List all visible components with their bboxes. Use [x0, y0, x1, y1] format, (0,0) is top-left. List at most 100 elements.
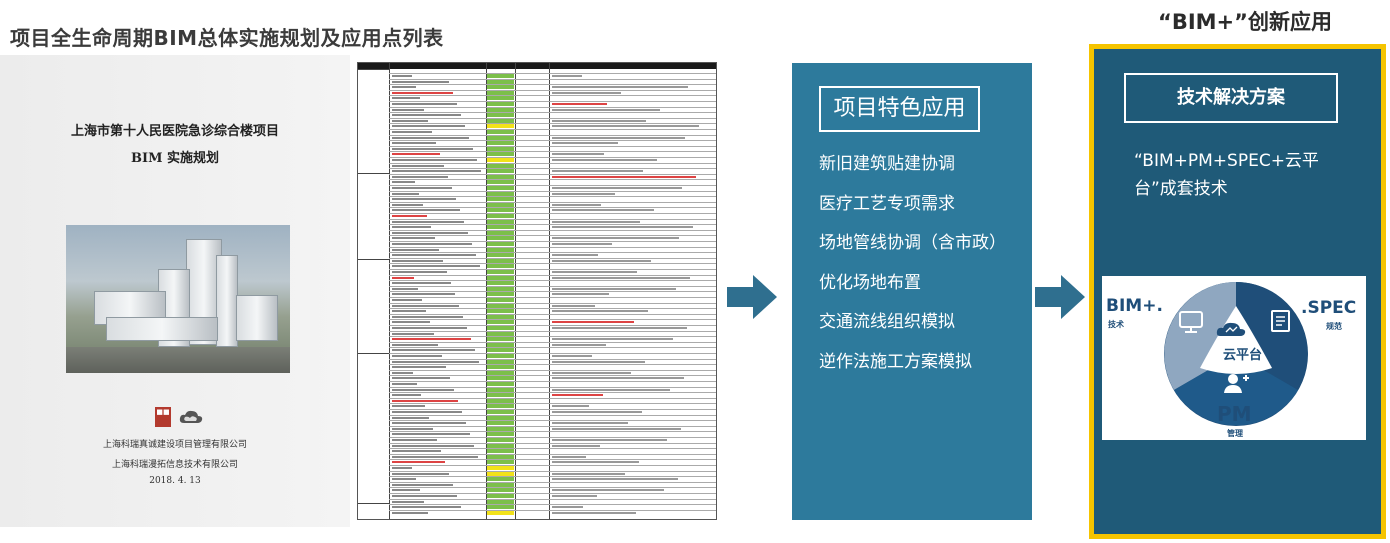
table-row — [389, 504, 716, 506]
company-name-1: 上海科瑞真诚建设项目管理有限公司 — [102, 440, 247, 450]
table-cell-text — [392, 411, 462, 413]
table-cell-text — [392, 327, 467, 329]
table-cell-status — [487, 303, 514, 308]
table-row — [389, 330, 716, 332]
table-cell-text — [392, 215, 427, 217]
cover-subtitle: BIM 实施规划 — [131, 151, 219, 166]
table-cell-text — [392, 467, 412, 469]
table-cell-status — [487, 477, 514, 482]
table-cell-text — [392, 125, 465, 128]
table-row — [389, 168, 716, 170]
table-cell-text — [392, 310, 426, 313]
table-row — [389, 353, 716, 354]
table-cell-status — [487, 90, 514, 95]
table-cell-text — [552, 220, 640, 223]
table-row — [389, 95, 716, 97]
table-row — [389, 297, 716, 298]
table-cell-text — [392, 203, 423, 206]
table-cell-text — [552, 142, 618, 145]
table-row — [389, 280, 716, 282]
table-row — [389, 140, 716, 142]
table-cell-text — [392, 159, 477, 161]
table-cell-text — [392, 506, 461, 509]
table-cell-text — [392, 315, 463, 318]
table-row — [389, 285, 716, 287]
table-row — [389, 437, 716, 438]
table-cell-status — [487, 107, 514, 112]
table-cell-text — [392, 170, 481, 173]
table-cell-text — [552, 276, 690, 279]
table-section-line — [358, 353, 389, 354]
table-cell-text — [552, 439, 667, 441]
table-row — [389, 498, 716, 500]
table-cell-text — [392, 338, 471, 341]
table-row — [389, 448, 716, 450]
table-row — [389, 173, 716, 175]
table-row — [389, 241, 716, 242]
table-cell-status — [487, 404, 514, 409]
table-cell-text — [392, 282, 451, 285]
table-cell-status — [487, 298, 514, 302]
feature-item: 优化场地布置 — [819, 272, 921, 293]
table-cell-text — [552, 455, 586, 458]
table-cell-text — [392, 108, 424, 111]
table-section-line — [358, 173, 389, 174]
table-row — [389, 308, 716, 310]
table-cell-text — [392, 287, 418, 290]
table-cell-status — [487, 141, 514, 146]
table-row — [389, 117, 716, 119]
table-cell-text — [552, 103, 607, 105]
table-row — [389, 157, 716, 158]
pm-sub-label: 管理 — [1227, 429, 1243, 438]
table-cell-status — [487, 146, 514, 151]
table-cell-status — [487, 264, 514, 269]
table-row — [389, 369, 716, 371]
table-cell-status — [487, 152, 514, 157]
table-row — [389, 302, 716, 304]
table-cell-text — [392, 478, 416, 481]
table-cell-status — [487, 309, 514, 314]
table-row — [389, 78, 716, 80]
table-row — [389, 414, 716, 416]
table-cell-text — [552, 321, 634, 324]
table-row — [389, 291, 716, 293]
table-cell-status — [487, 482, 514, 487]
table-cell-status — [487, 253, 514, 258]
table-row — [389, 269, 716, 270]
table-section-line — [358, 69, 389, 70]
table-cell-text — [392, 175, 448, 178]
table-cell-status — [487, 270, 514, 274]
table-cell-text — [552, 411, 642, 413]
table-cell-status — [487, 398, 514, 403]
table-row — [389, 89, 716, 91]
table-cell-text — [392, 394, 421, 397]
bim-sub-label: 技术 — [1108, 320, 1124, 329]
solution-heading: 技术解决方案 — [1124, 73, 1338, 123]
table-row — [389, 375, 716, 377]
table-cell-text — [392, 439, 437, 441]
table-cell-status — [487, 337, 514, 342]
spec-sub-label: 规范 — [1326, 322, 1342, 331]
table-cell-text — [552, 226, 693, 229]
table-row — [389, 101, 716, 102]
table-cell-text — [552, 444, 600, 447]
table-cell-text — [552, 187, 682, 189]
table-cell-text — [552, 243, 612, 245]
table-cell-text — [392, 248, 439, 251]
table-cell-text — [552, 293, 609, 296]
table-row — [389, 476, 716, 478]
table-cell-text — [552, 259, 651, 262]
bim-label: BIM+. — [1106, 296, 1163, 316]
table-row — [389, 381, 716, 382]
table-row — [389, 481, 716, 483]
table-cell-text — [392, 472, 449, 475]
table-cell-text — [552, 355, 592, 357]
table-cell-status — [487, 186, 514, 190]
table-cell-status — [487, 382, 514, 386]
table-cell-status — [487, 258, 514, 263]
table-row — [389, 196, 716, 198]
table-cell-text — [552, 125, 699, 128]
table-cell-text — [392, 237, 435, 240]
table-cell-status — [487, 275, 514, 280]
table-cell-text — [392, 427, 433, 430]
